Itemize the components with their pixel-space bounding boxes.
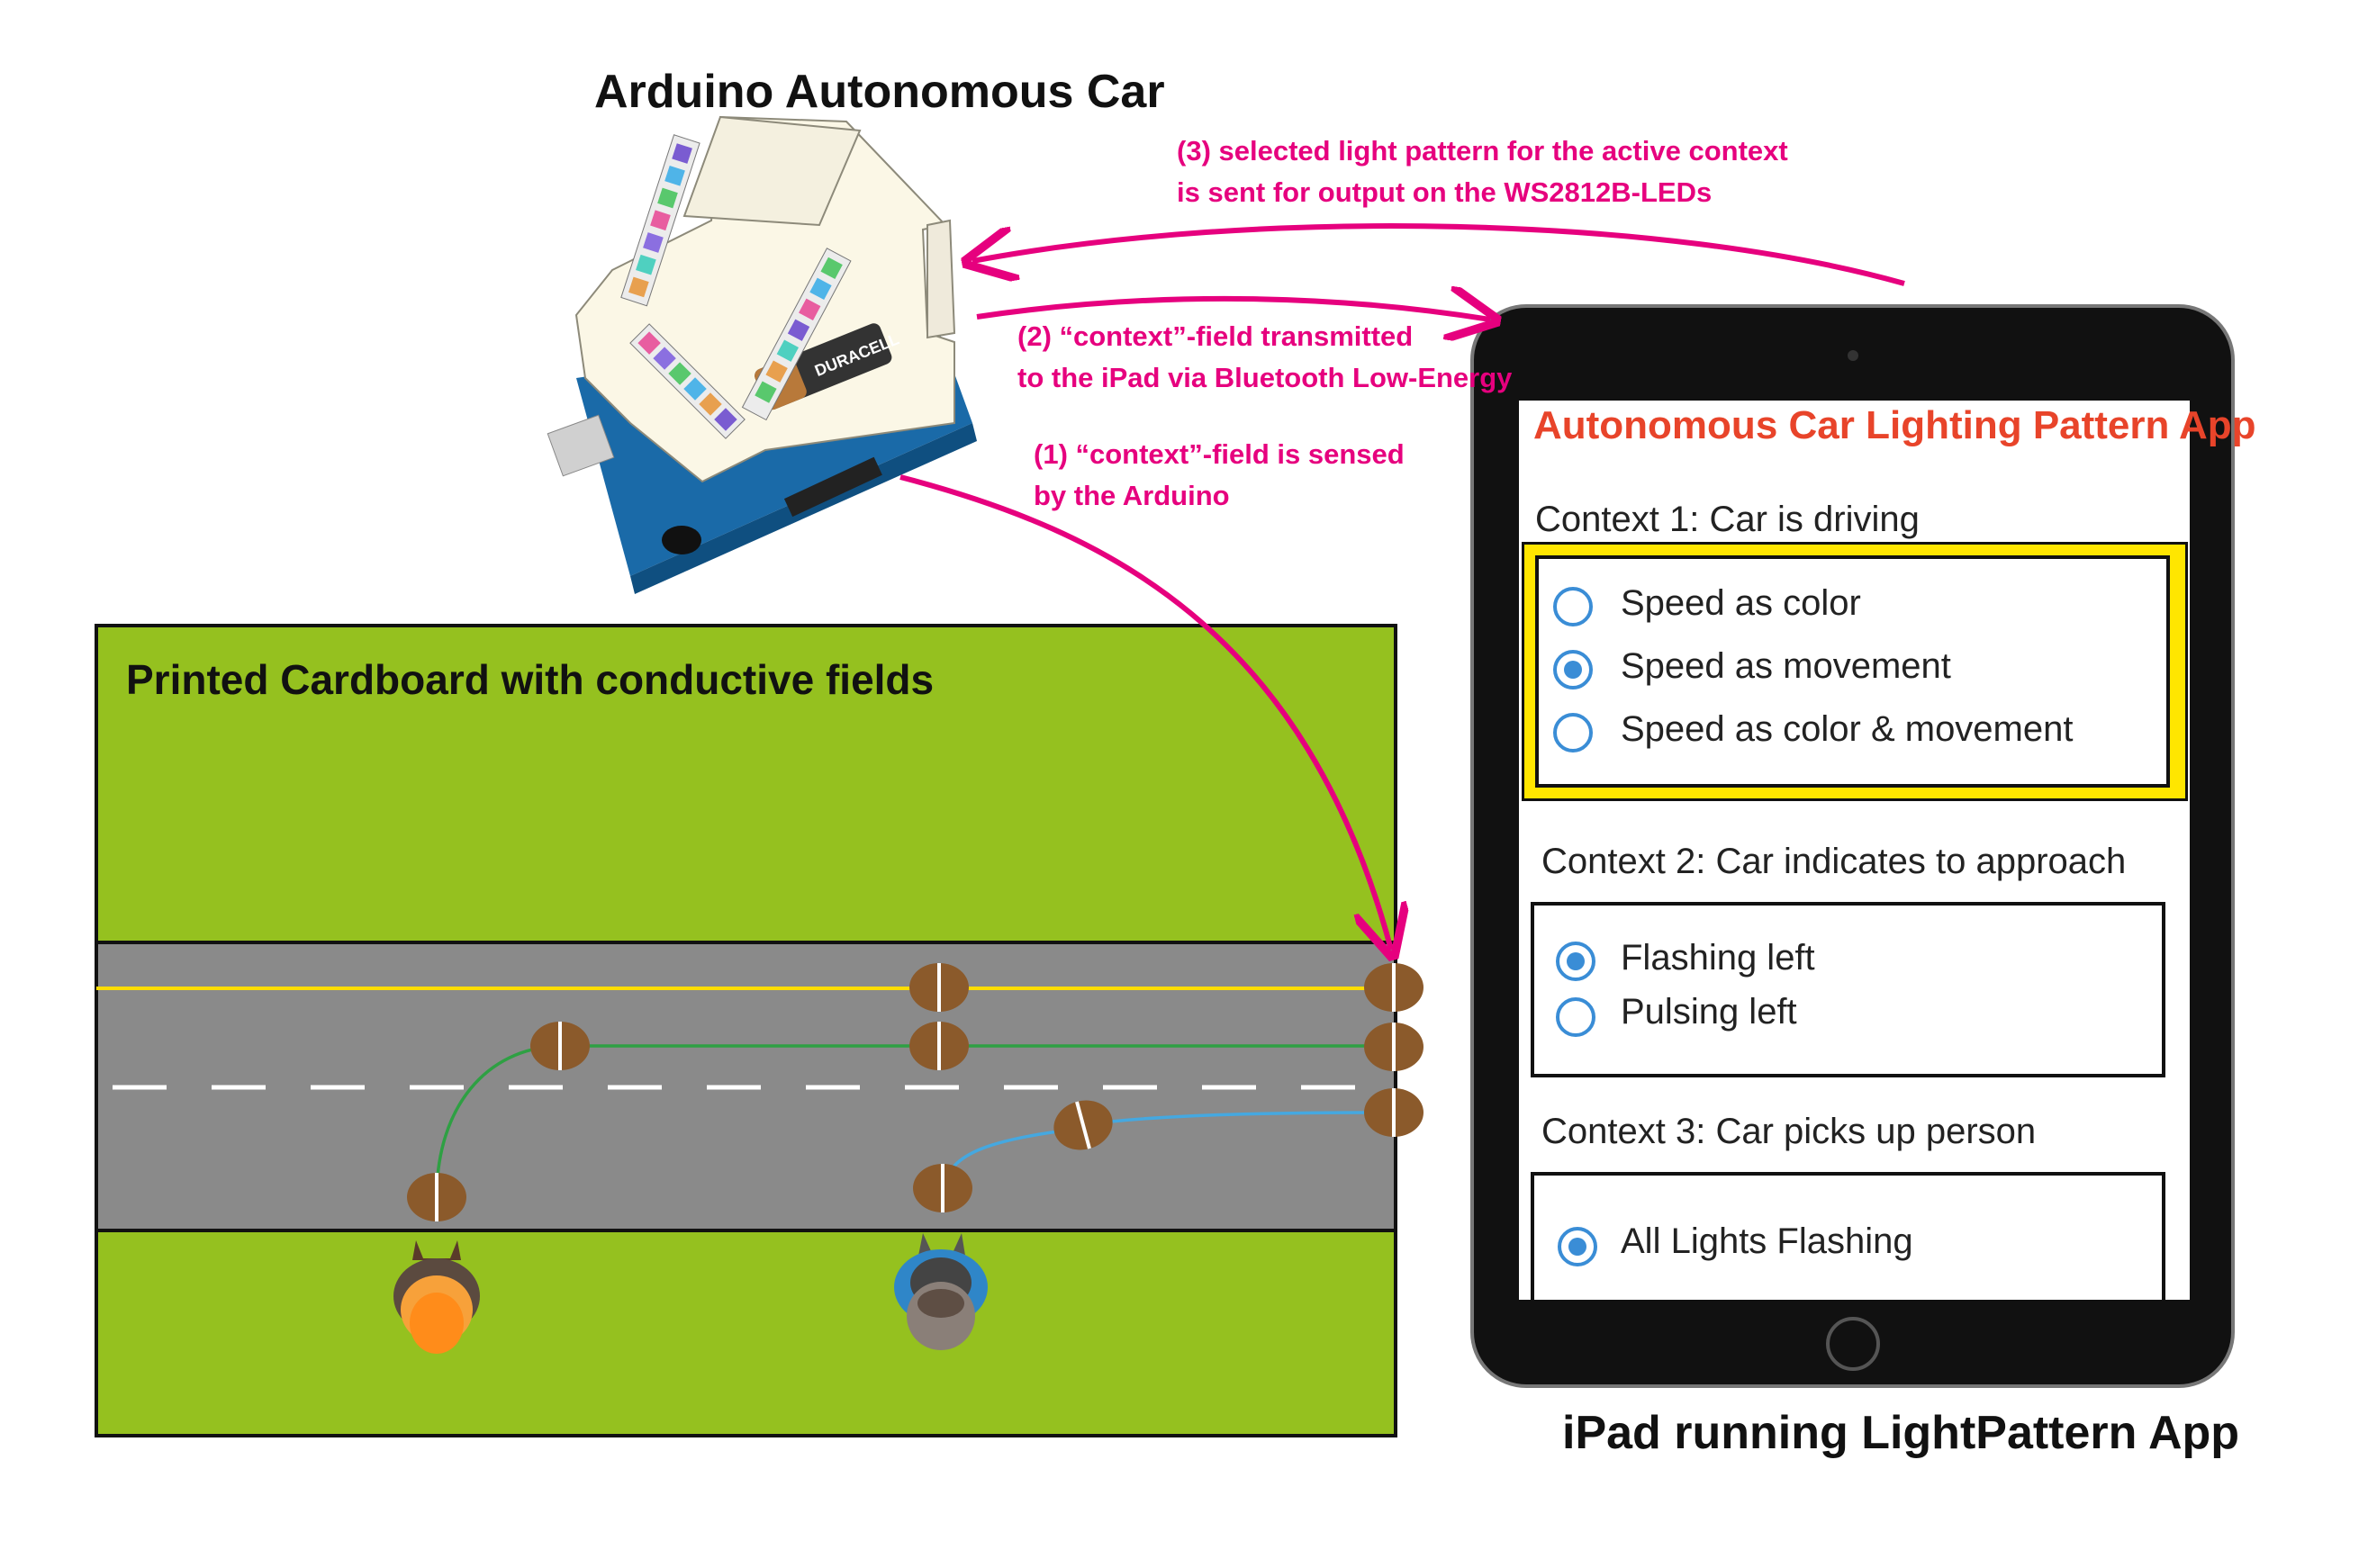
arrow-step-3 xyxy=(972,223,1905,286)
data-flow-arrows xyxy=(899,223,1905,1568)
step-2-line-2: to the iPad via Bluetooth Low-Energy xyxy=(1017,362,1513,393)
diagram-canvas: DURACELL Autonomous Car Lighting Pattern… xyxy=(0,0,2368,1568)
ipad-title: iPad running LightPattern App xyxy=(1562,1407,2240,1459)
step-1-line-1: (1) “context”-field is sensed xyxy=(1034,438,1405,470)
step-2-line-1: (2) “context”-field transmitted xyxy=(1017,320,1414,352)
step-3-line-2: is sent for output on the WS2812B-LEDs xyxy=(1177,176,1713,208)
arrow-step-1 xyxy=(899,474,1391,950)
step-3-line-1: (3) selected light pattern for the activ… xyxy=(1177,135,1788,167)
step-1-line-2: by the Arduino xyxy=(1034,480,1230,511)
car-title: Arduino Autonomous Car xyxy=(594,66,1165,118)
cardboard-title: Printed Cardboard with conductive fields xyxy=(126,656,935,703)
